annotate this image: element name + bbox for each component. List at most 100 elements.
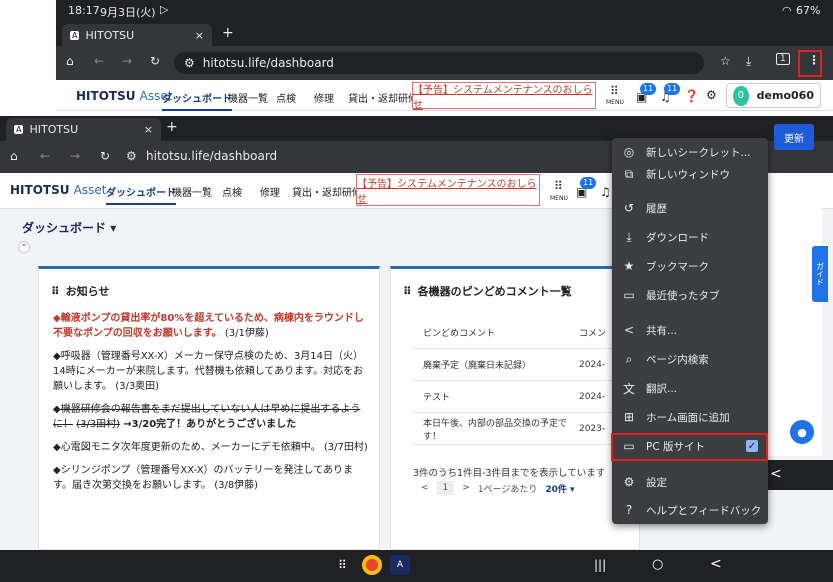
maintenance-notice[interactable]: 【予告】システムメンテナンスのおしらせ <box>412 82 596 111</box>
menu-label: MENU <box>550 195 568 202</box>
guide-tab[interactable]: ガイド <box>812 246 828 302</box>
reload-icon[interactable]: ↻ <box>150 54 160 68</box>
drag-handle-icon[interactable]: ⠿ <box>403 285 412 298</box>
apps-grid-icon[interactable]: ⠿ <box>338 558 347 572</box>
app-icon[interactable]: A <box>390 555 410 575</box>
user-menu[interactable]: 0 demo060 <box>726 83 821 108</box>
browser-tab[interactable]: A HITOTSU × <box>62 24 212 46</box>
recent-tabs-icon: ▭ <box>623 288 635 302</box>
brand-logo[interactable]: HITOTSU Asset <box>10 183 106 197</box>
maintenance-notice[interactable]: 【予告】システムメンテナンスのおしらせ <box>356 174 540 206</box>
nav-repair[interactable]: 修理 <box>314 90 334 105</box>
site-info-icon[interactable]: ⚙ <box>184 56 195 70</box>
url-field[interactable]: ⚙ hitotsu.life/dashboard <box>174 52 704 74</box>
table-row[interactable]: 廃棄予定（廃棄日未記録） 2024- <box>413 349 633 381</box>
reload-icon[interactable]: ↻ <box>100 149 110 163</box>
url-text: hitotsu.life/dashboard <box>202 56 334 70</box>
nav-back-icon[interactable]: < <box>762 460 833 490</box>
list-item: ◆呼吸器（管理番号XX-X）メーカー保守点検のため、3月14日（火）14時にメー… <box>53 351 364 392</box>
home-icon[interactable]: ⌂ <box>66 54 74 68</box>
menu-item-settings[interactable]: ⚙ 設定 <box>612 468 768 496</box>
menu-item-new-window[interactable]: ⧉ 新しいウィンドウ <box>612 160 768 188</box>
cast-icon: ▷ <box>160 3 169 16</box>
download-icon: ⤓ <box>626 229 632 244</box>
menu-item-help[interactable]: ? ヘルプとフィードバック <box>612 496 768 524</box>
right-panel <box>760 176 822 456</box>
bookmark-star-icon[interactable]: ☆ <box>720 54 731 68</box>
menu-label: MENU <box>606 99 624 106</box>
bell-icon[interactable]: ♫ <box>600 185 611 199</box>
browser-tab[interactable]: A HITOTSU × <box>6 118 161 141</box>
list-item: ◆心電図モニタ次年度更新のため、メーカーにデモ依頼中。 (3/7田村) <box>53 442 368 453</box>
page-title[interactable]: ダッシュボード ▾ <box>22 219 116 236</box>
update-button[interactable]: 更新 <box>774 124 814 150</box>
per-page-select[interactable]: 20件 ▾ <box>545 482 574 495</box>
nav-lending[interactable]: 貸出・返却 <box>348 90 398 105</box>
top-screenshot: 18:17 9月3日(火) ▷ ◠ 67% A HITOTSU × + ⌂ ← … <box>56 0 833 111</box>
site-info-icon[interactable]: ⚙ <box>126 149 137 163</box>
table-header: ピンどめコメント コメン <box>413 317 633 349</box>
nav-dashboard[interactable]: ダッシュボード <box>106 184 176 205</box>
pins-title: ⠿ 各機器のピンどめコメント一覧 <box>403 284 572 299</box>
nav-lending[interactable]: 貸出・返却 <box>292 184 342 199</box>
tab-count-icon[interactable]: 1 <box>776 53 790 65</box>
share-icon: < <box>623 323 635 337</box>
home-nav-icon[interactable]: ○ <box>652 557 663 572</box>
new-tab-icon[interactable]: + <box>222 25 234 41</box>
nav-inspection[interactable]: 点検 <box>222 184 242 199</box>
battery-level: 67% <box>796 4 821 17</box>
forward-icon[interactable]: → <box>122 54 132 68</box>
back-nav-icon[interactable]: < <box>710 556 722 572</box>
app-navbar: HITOTSU Asset ダッシュボード 機器一覧 点検 修理 貸出・返却 研… <box>56 80 833 111</box>
back-icon[interactable]: ← <box>94 54 104 68</box>
page-number[interactable]: 1 <box>436 481 455 495</box>
table-row[interactable]: テスト 2024- <box>413 381 633 413</box>
help-icon[interactable]: ❓ <box>684 89 699 103</box>
gear-icon[interactable]: ⚙ <box>706 88 717 102</box>
nav-inspection[interactable]: 点検 <box>276 90 296 105</box>
chat-icon[interactable]: ● <box>790 420 814 444</box>
translate-icon: 文 <box>622 381 635 396</box>
list-item: ◆輸液ポンプの貸出率が80%を超えているため、病棟内をラウンドし不要なポンプの回… <box>53 313 364 339</box>
download-icon[interactable]: ⤓ <box>746 54 751 69</box>
settings-icon: ⚙ <box>623 475 635 489</box>
new-tab-icon[interactable]: + <box>166 119 178 135</box>
menu-grid-icon[interactable]: ⠿ <box>610 84 619 98</box>
drag-handle-icon[interactable]: ⠿ <box>51 285 60 298</box>
browser-overflow-menu: ◎ 新しいシークレット... ⧉ 新しいウィンドウ ↺ 履歴 ⤓ ダウンロード ★ ブック… <box>612 138 768 524</box>
menu-item-add-to-home[interactable]: ⊞ ホーム画面に追加 <box>612 403 768 431</box>
news-title: ⠿ お知らせ <box>51 284 110 299</box>
menu-item-translate[interactable]: 文翻訳... <box>612 374 768 402</box>
badge-count: 11 <box>664 83 681 95</box>
menu-grid-icon[interactable]: ⠿ <box>554 179 563 193</box>
menu-item-find[interactable]: ⌕ ページ内検索 <box>612 345 768 373</box>
back-icon[interactable]: ← <box>40 149 50 163</box>
menu-item-share[interactable]: < 共有... <box>612 316 768 344</box>
next-page-icon[interactable]: > <box>462 483 470 493</box>
brand-logo[interactable]: HITOTSU Asset <box>76 89 172 103</box>
nav-repair[interactable]: 修理 <box>260 184 280 199</box>
recents-icon[interactable]: ||| <box>594 558 606 572</box>
collapse-icon[interactable]: ⌃ <box>18 241 30 253</box>
home-icon[interactable]: ⌂ <box>10 149 18 163</box>
tab-title: HITOTSU <box>29 123 79 136</box>
close-icon[interactable]: × <box>144 123 153 136</box>
table-row[interactable]: 本日午後、内部の部品交換の予定です！ 2023- <box>413 413 633 445</box>
pagination: < 1 > 1ページあたり 20件 ▾ <box>421 481 575 495</box>
prev-page-icon[interactable]: < <box>421 483 429 493</box>
menu-item-recent-tabs[interactable]: ▭ 最近使ったタブ <box>612 281 768 309</box>
favicon-icon: A <box>14 125 24 134</box>
chrome-icon[interactable] <box>362 555 382 575</box>
menu-item-history[interactable]: ↺ 履歴 <box>612 194 768 222</box>
close-icon[interactable]: × <box>195 29 204 42</box>
url-text[interactable]: hitotsu.life/dashboard <box>146 149 277 163</box>
menu-item-bookmarks[interactable]: ★ ブックマーク <box>612 252 768 280</box>
forward-icon[interactable]: → <box>70 149 80 163</box>
status-bar: 18:17 9月3日(火) ▷ ◠ 67% <box>56 0 833 22</box>
nav-equipment[interactable]: 機器一覧 <box>172 184 212 199</box>
pins-table: ピンどめコメント コメン 廃棄予定（廃棄日未記録） 2024- テスト 2024… <box>413 317 633 445</box>
nav-equipment[interactable]: 機器一覧 <box>228 90 268 105</box>
badge-count: 11 <box>580 177 597 189</box>
menu-item-downloads[interactable]: ⤓ ダウンロード <box>612 223 768 251</box>
nav-dashboard[interactable]: ダッシュボード <box>162 90 232 111</box>
